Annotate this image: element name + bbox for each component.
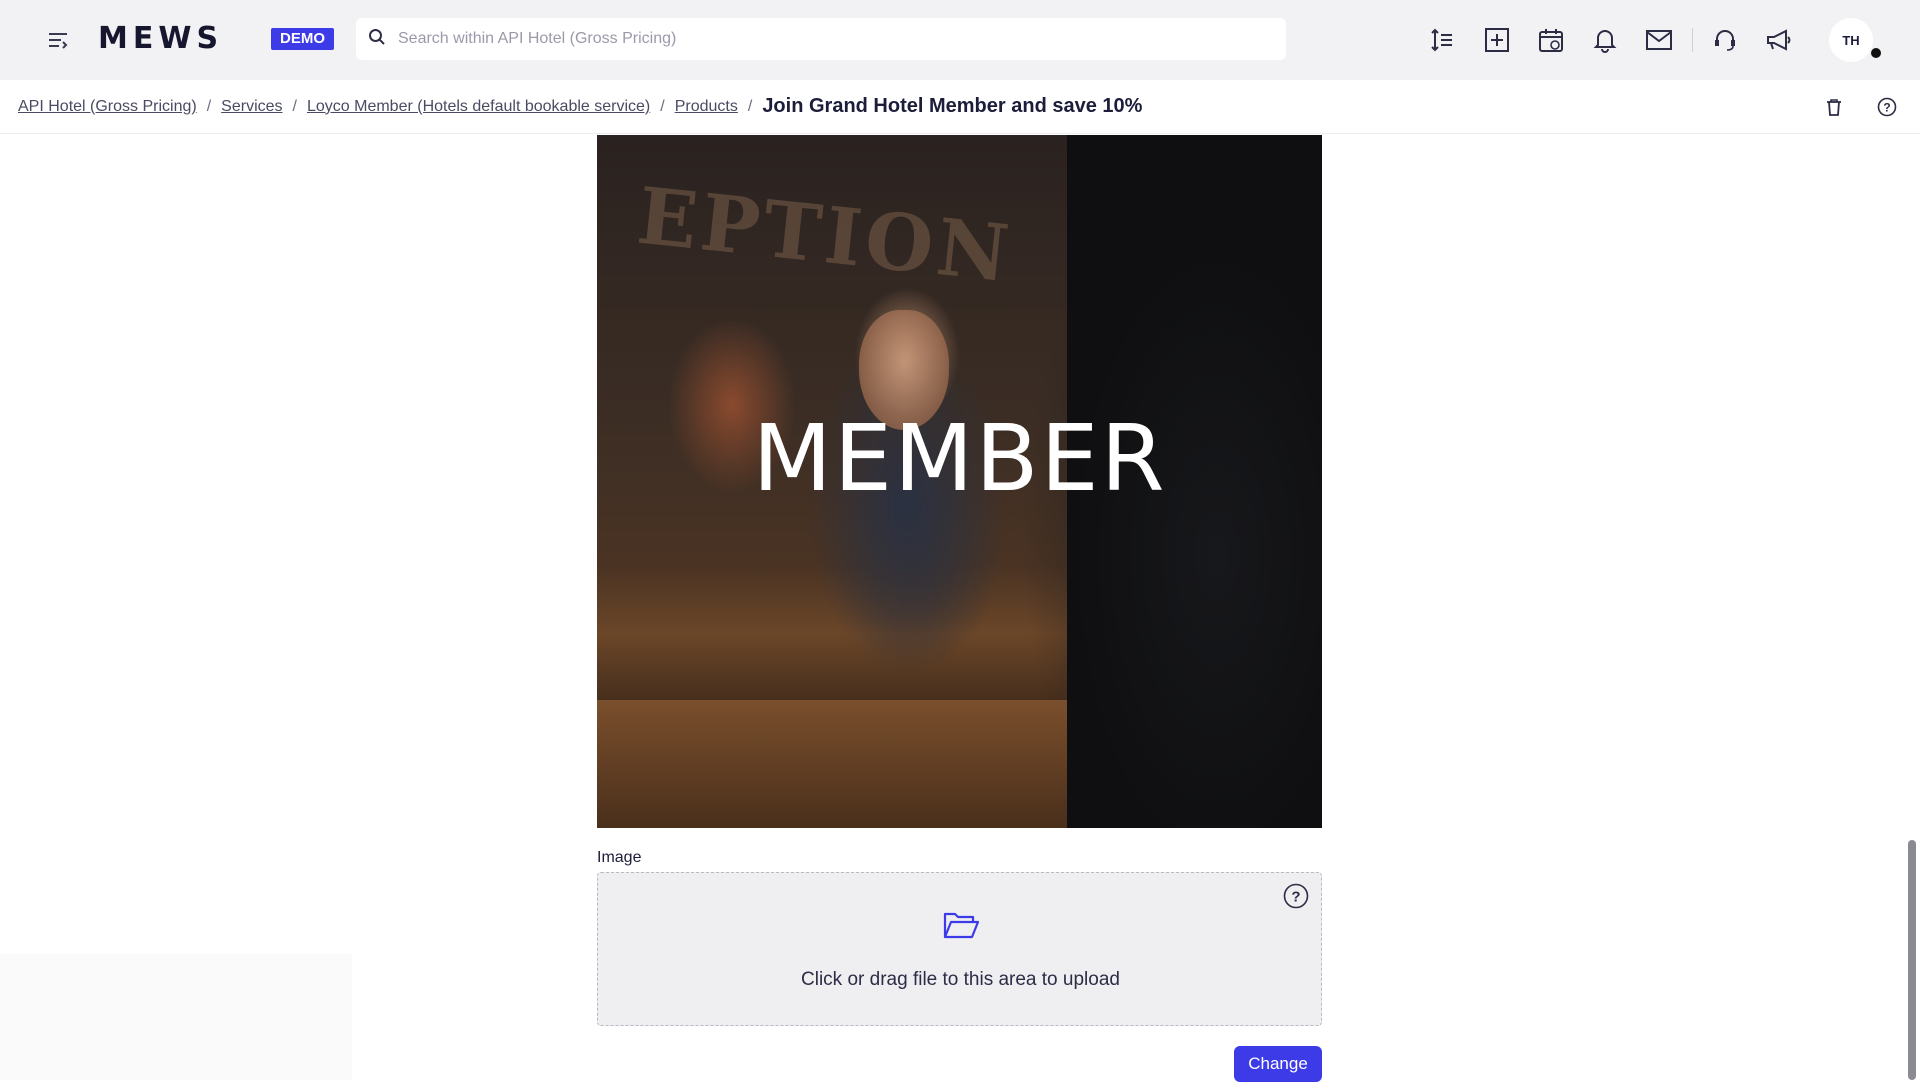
breadcrumb-products-link[interactable]: Products	[675, 98, 738, 116]
product-image: EPTION MEMBER	[597, 135, 1322, 828]
megaphone-icon[interactable]	[1761, 22, 1797, 58]
page-title: Join Grand Hotel Member and save 10%	[762, 95, 1143, 117]
image-upload-dropzone[interactable]: ? Click or drag file to this area to upl…	[597, 872, 1322, 1026]
bell-icon[interactable]	[1587, 22, 1623, 58]
upload-instructions: Click or drag file to this area to uploa…	[801, 969, 1120, 990]
header-divider	[1692, 28, 1693, 52]
mail-icon[interactable]	[1641, 22, 1677, 58]
left-panel	[0, 954, 352, 1080]
menu-icon[interactable]	[44, 26, 72, 54]
breadcrumb-separator: /	[206, 97, 212, 115]
breadcrumb-service-link[interactable]: Loyco Member (Hotels default bookable se…	[307, 98, 650, 116]
hero-title: MEMBER	[752, 405, 1167, 512]
breadcrumb-separator: /	[747, 97, 753, 115]
upload-help-icon[interactable]: ?	[1283, 883, 1309, 909]
search-icon	[368, 28, 386, 51]
mews-logo[interactable]: MEWS	[98, 24, 223, 54]
image-field-label: Image	[597, 849, 642, 866]
breadcrumb-hotel-link[interactable]: API Hotel (Gross Pricing)	[18, 98, 197, 116]
svg-text:?: ?	[1883, 101, 1890, 115]
search-bar[interactable]	[356, 18, 1286, 60]
delete-icon[interactable]	[1822, 95, 1846, 119]
demo-badge: DEMO	[271, 28, 334, 50]
sort-icon[interactable]	[1424, 22, 1460, 58]
breadcrumb-services-link[interactable]: Services	[221, 98, 282, 116]
help-icon[interactable]: ?	[1875, 95, 1899, 119]
breadcrumb-separator: /	[660, 97, 665, 115]
calendar-icon[interactable]	[1533, 22, 1569, 58]
change-button[interactable]: Change	[1234, 1046, 1322, 1082]
hero-counter	[597, 700, 1077, 828]
breadcrumb-separator: /	[292, 97, 297, 115]
status-indicator	[1869, 46, 1883, 60]
add-icon[interactable]	[1479, 22, 1515, 58]
top-bar: MEWS DEMO Search within API Hotel (Gross…	[0, 0, 1920, 80]
search-input[interactable]	[398, 30, 1278, 48]
scrollbar-thumb[interactable]	[1908, 840, 1916, 1080]
folder-open-icon	[942, 909, 980, 941]
breadcrumb: API Hotel (Gross Pricing) / Services / L…	[0, 80, 1920, 134]
svg-text:?: ?	[1291, 889, 1300, 906]
support-icon[interactable]	[1707, 22, 1743, 58]
avatar[interactable]: TH	[1829, 18, 1873, 62]
